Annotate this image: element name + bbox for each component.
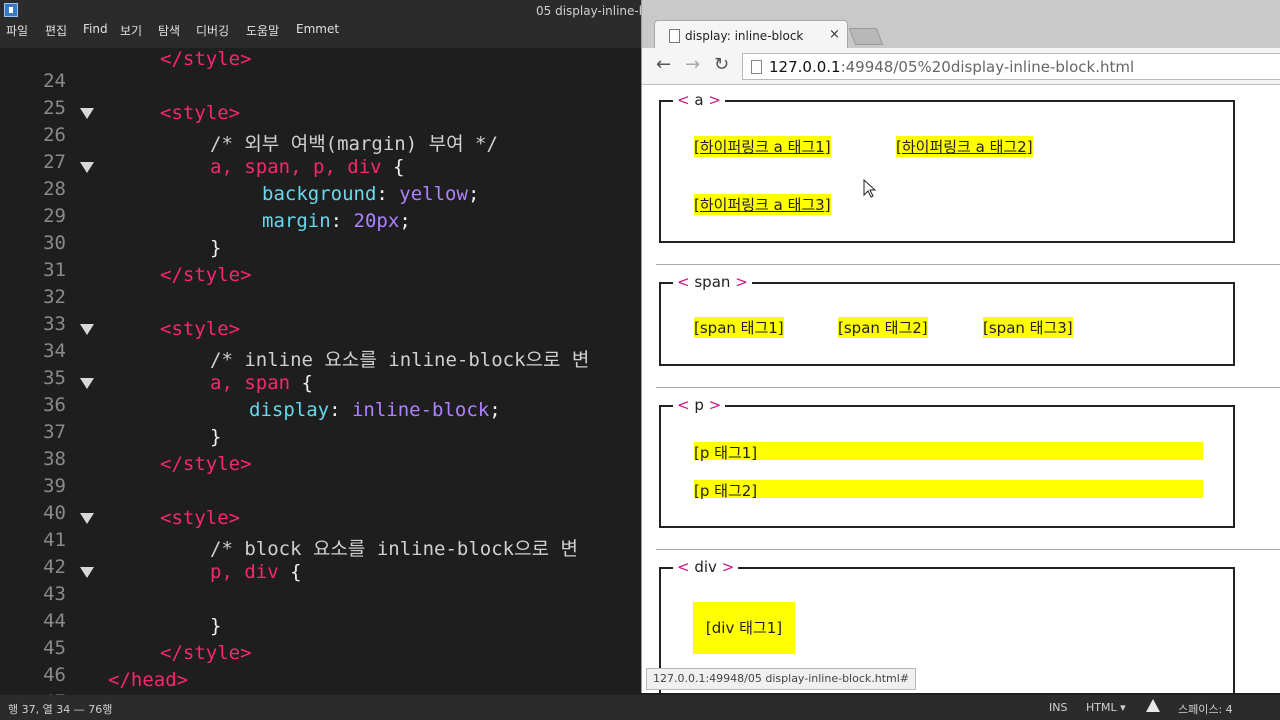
legend-span: < span > [673, 273, 752, 291]
page-viewport[interactable]: < a > [하이퍼링크 a 태그1] [하이퍼링크 a 태그2] [하이퍼링크… [642, 85, 1280, 693]
code-line[interactable]: 31 } [0, 237, 645, 281]
legend-a: < a > [673, 91, 725, 109]
tab-title: display: inline-block [685, 29, 804, 43]
fieldset-a: < a > [하이퍼링크 a 태그1] [하이퍼링크 a 태그2] [하이퍼링크… [659, 91, 1235, 243]
code-line[interactable]: 47 </head> [0, 669, 645, 695]
warning-icon[interactable] [1146, 699, 1160, 712]
code-line[interactable]: 34 <style> [0, 318, 645, 362]
code-line[interactable]: 41 <style> [0, 507, 645, 551]
link-a-1[interactable]: [하이퍼링크 a 태그1] [694, 136, 831, 157]
reload-icon[interactable]: ↻ [714, 54, 729, 75]
code-editor[interactable]: 24 </style> 25 26 <style> 27 /* 외부 여백(ma… [0, 48, 645, 695]
code-line[interactable]: 40 [0, 480, 645, 524]
code-line[interactable]: 33 [0, 291, 645, 335]
menu-emmet[interactable]: Emmet [296, 22, 339, 36]
menu-help[interactable]: 도움말 [246, 22, 279, 39]
divider [656, 549, 1280, 550]
menu-debug[interactable]: 디버깅 [196, 22, 229, 39]
legend-p: < p > [673, 396, 726, 414]
code-line[interactable]: 35 /* inline 요소를 inline-block으로 변 [0, 345, 645, 389]
code-line[interactable]: 27 /* 외부 여백(margin) 부여 */ [0, 129, 645, 173]
fieldset-span: < span > [span 태그1] [span 태그2] [span 태그3… [659, 273, 1235, 366]
code-line[interactable]: 24 </style> [0, 48, 645, 92]
span-item-3: [span 태그3] [983, 317, 1073, 338]
fieldset-p: < p > [p 태그1] [p 태그2] [659, 396, 1235, 528]
fold-arrow-icon[interactable] [80, 513, 94, 524]
back-arrow-icon[interactable]: ← [656, 54, 671, 75]
code-line[interactable]: 26 <style> [0, 102, 645, 146]
insert-mode-toggle[interactable]: INS [1049, 701, 1067, 714]
fold-arrow-icon[interactable] [80, 108, 94, 119]
code-line[interactable]: 29 background: yellow; [0, 183, 645, 227]
span-item-2: [span 태그2] [838, 317, 928, 338]
new-tab-button[interactable] [848, 28, 884, 45]
cursor-position: 행 37, 열 34 — 76행 [8, 703, 113, 716]
divider [656, 387, 1280, 388]
tab-close-icon[interactable]: × [829, 27, 840, 42]
link-a-2[interactable]: [하이퍼링크 a 태그2] [896, 136, 1033, 157]
browser-window: display: inline-block × ← → ↻ 127.0.0.1:… [641, 0, 1280, 693]
fold-arrow-icon[interactable] [80, 162, 94, 173]
code-line[interactable]: 30 margin: 20px; [0, 210, 645, 254]
code-line[interactable]: 25 [0, 75, 645, 119]
link-status-tooltip: 127.0.0.1:49948/05 display-inline-block.… [646, 668, 917, 690]
code-line[interactable]: 36 a, span { [0, 372, 645, 416]
code-line[interactable]: 32 </style> [0, 264, 645, 308]
code-line[interactable]: 46 </style> [0, 642, 645, 686]
p-item-2: [p 태그2] [694, 480, 1203, 500]
p-item-1: [p 태그1] [694, 442, 1203, 462]
editor-window-title: 05 display-inline-bl [536, 4, 650, 18]
div-item-1: [div 태그1] [693, 602, 795, 654]
mouse-cursor-icon [863, 179, 877, 198]
code-line[interactable]: 38 } [0, 426, 645, 470]
code-line[interactable]: 42 /* block 요소를 inline-block으로 변 [0, 534, 645, 578]
tab-strip: display: inline-block × [642, 0, 1280, 51]
code-line[interactable]: 39 </style> [0, 453, 645, 497]
code-line[interactable]: 37 display: inline-block; [0, 399, 645, 443]
forward-arrow-icon[interactable]: → [685, 54, 700, 75]
menu-file[interactable]: 파일 [6, 22, 28, 39]
legend-div: < div > [673, 558, 739, 576]
page-icon [669, 29, 680, 43]
link-a-3[interactable]: [하이퍼링크 a 태그3] [694, 194, 831, 215]
page-icon [751, 60, 762, 74]
menu-navigate[interactable]: 탐색 [158, 22, 180, 39]
fold-arrow-icon[interactable] [80, 567, 94, 578]
fold-arrow-icon[interactable] [80, 324, 94, 335]
address-bar[interactable]: 127.0.0.1:49948/05%20display-inline-bloc… [742, 53, 1280, 80]
code-line[interactable]: 45 } [0, 615, 645, 659]
url-text: 127.0.0.1:49948/05%20display-inline-bloc… [769, 58, 1135, 76]
editor-statusbar: 행 37, 열 34 — 76행 INS HTML ▾ 스페이스: 4 [0, 695, 1280, 720]
indent-spaces-setting[interactable]: 스페이스: 4 [1178, 701, 1233, 717]
code-line[interactable]: 28 a, span, p, div { [0, 156, 645, 200]
menu-view[interactable]: 보기 [120, 22, 142, 39]
span-item-1: [span 태그1] [694, 317, 784, 338]
code-line[interactable]: 44 [0, 588, 645, 632]
divider [656, 264, 1280, 265]
fold-arrow-icon[interactable] [80, 378, 94, 389]
browser-toolbar: ← → ↻ 127.0.0.1:49948/05%20display-inlin… [642, 48, 1280, 85]
menu-find[interactable]: Find [83, 22, 108, 36]
menu-edit[interactable]: 편집 [45, 22, 67, 39]
code-line[interactable]: 43 p, div { [0, 561, 645, 605]
language-mode-select[interactable]: HTML ▾ [1086, 701, 1126, 714]
browser-tab[interactable]: display: inline-block × [654, 20, 848, 51]
app-icon [4, 3, 18, 17]
